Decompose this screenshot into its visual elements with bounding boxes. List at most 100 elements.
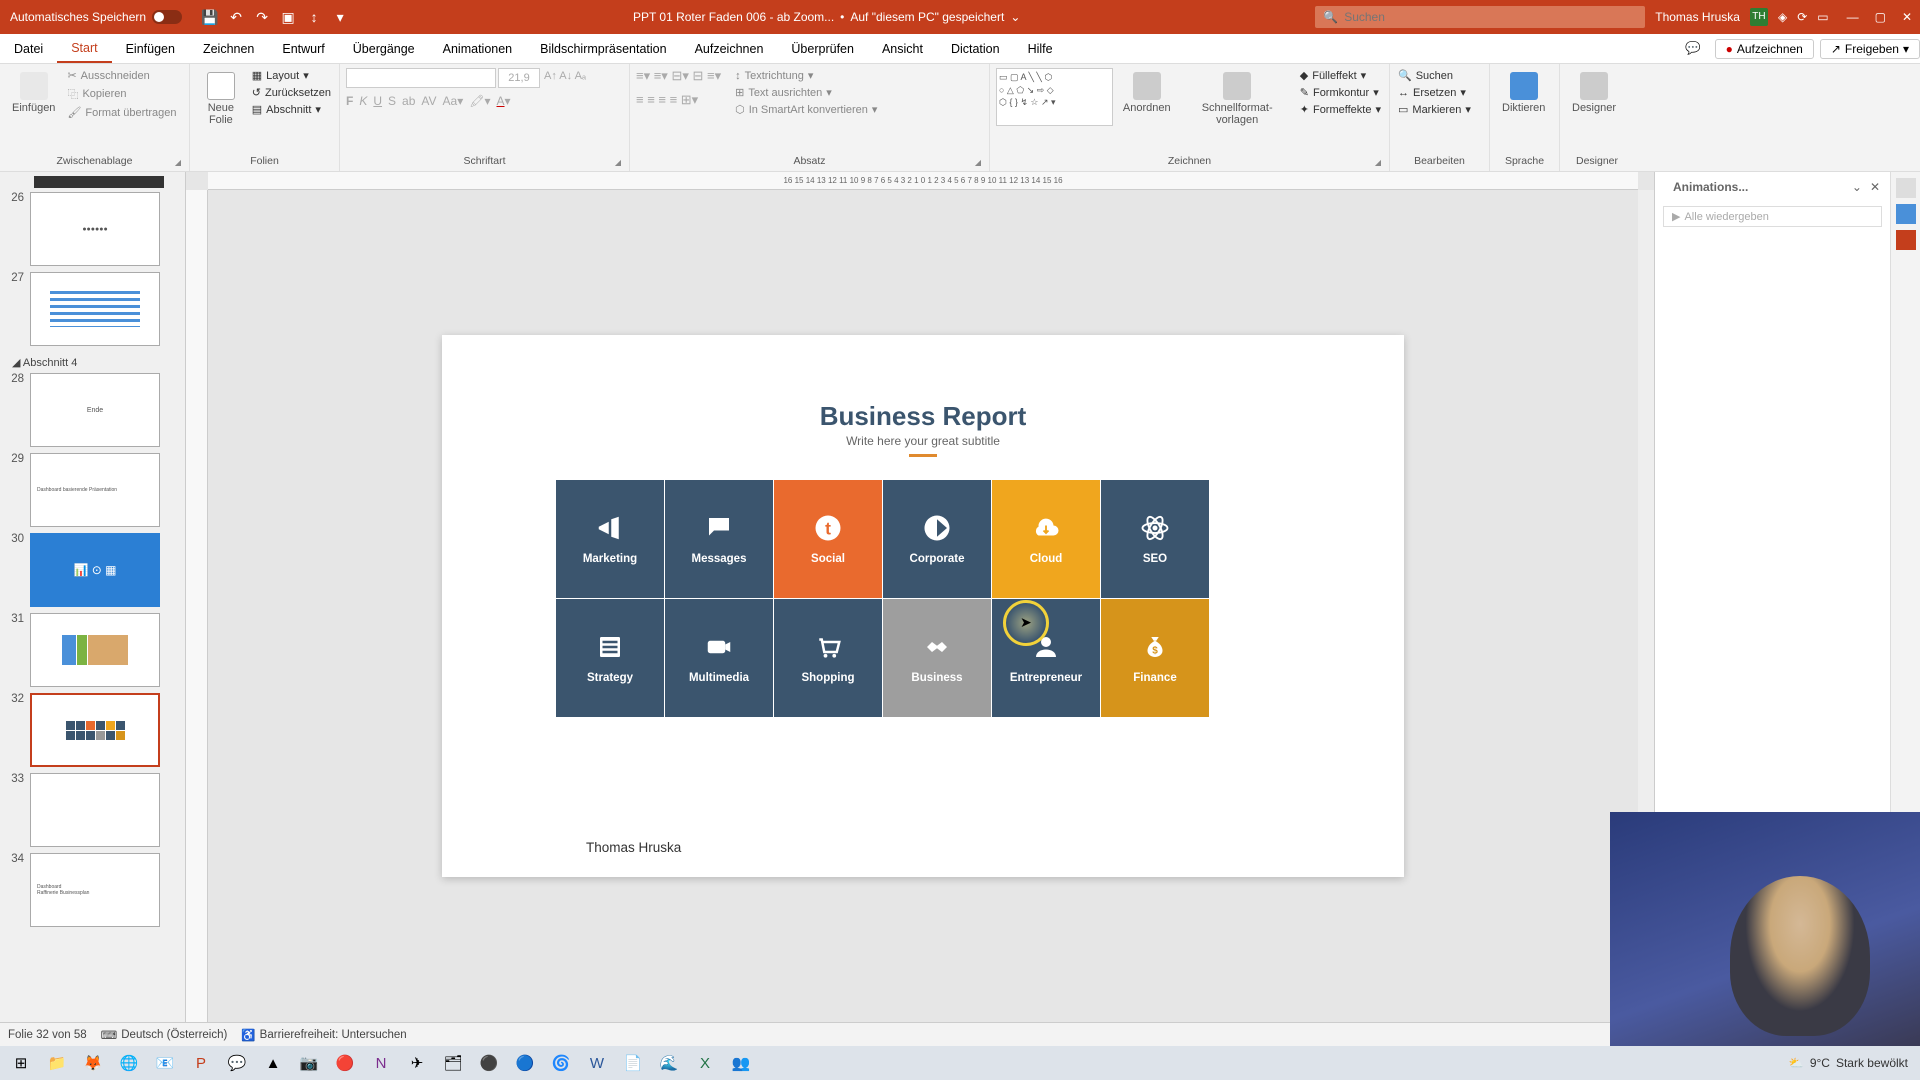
powerpoint-icon[interactable]: P xyxy=(184,1048,218,1078)
thumb-32[interactable]: 32 xyxy=(4,693,181,767)
side-btn-1[interactable] xyxy=(1896,178,1916,198)
status-slide-number[interactable]: Folie 32 von 58 xyxy=(8,1029,87,1041)
tile-messages[interactable]: Messages xyxy=(665,480,773,598)
side-btn-2[interactable] xyxy=(1896,204,1916,224)
thumb-33[interactable]: 33 xyxy=(4,773,181,847)
tile-seo[interactable]: SEO xyxy=(1101,480,1209,598)
tab-entwurf[interactable]: Entwurf xyxy=(268,34,338,63)
tile-shopping[interactable]: Shopping xyxy=(774,599,882,717)
app-icon-6[interactable]: 🌀 xyxy=(544,1048,578,1078)
status-accessibility[interactable]: ♿ Barrierefreiheit: Untersuchen xyxy=(241,1028,406,1042)
autosave[interactable]: Automatisches Speichern xyxy=(0,10,192,24)
shape-outline-button[interactable]: ✎ Formkontur ▾ xyxy=(1298,85,1383,100)
font-family-input[interactable] xyxy=(346,68,496,88)
undo-icon[interactable]: ↶ xyxy=(228,9,244,25)
app-icon-3[interactable]: 🔴 xyxy=(328,1048,362,1078)
thumb-31[interactable]: 31 xyxy=(4,613,181,687)
onenote-icon[interactable]: N xyxy=(364,1048,398,1078)
paste-button[interactable]: Einfügen xyxy=(6,68,61,118)
maximize-button[interactable]: ▢ xyxy=(1875,10,1886,24)
pane-close-icon[interactable]: ✕ xyxy=(1870,180,1880,194)
obs-icon[interactable]: ⚫ xyxy=(472,1048,506,1078)
firefox-icon[interactable]: 🦊 xyxy=(76,1048,110,1078)
thumb-26[interactable]: 26●●●●●● xyxy=(4,192,181,266)
tile-business[interactable]: Business xyxy=(883,599,991,717)
start-button[interactable]: ⊞ xyxy=(4,1048,38,1078)
case-button[interactable]: Aa▾ xyxy=(443,94,464,108)
thumb-29[interactable]: 29Dashboard basierende Präsentation xyxy=(4,453,181,527)
status-lang[interactable]: ⌨ Deutsch (Österreich) xyxy=(101,1028,228,1042)
dictate-button[interactable]: Diktieren xyxy=(1496,68,1551,118)
autosave-toggle[interactable] xyxy=(152,10,182,24)
app-icon-5[interactable]: 🔵 xyxy=(508,1048,542,1078)
tile-cloud[interactable]: Cloud xyxy=(992,480,1100,598)
edge-icon[interactable]: 🌊 xyxy=(652,1048,686,1078)
username[interactable]: Thomas Hruska xyxy=(1655,10,1740,24)
new-slide-button[interactable]: Neue Folie xyxy=(196,68,246,130)
thumb-30[interactable]: 30📊 ⊙ ▦ xyxy=(4,533,181,607)
save-icon[interactable]: 💾 xyxy=(202,9,218,25)
pane-collapse-icon[interactable]: ⌄ xyxy=(1852,180,1862,194)
qat-more-icon[interactable]: ▾ xyxy=(332,9,348,25)
tile-grid[interactable]: Marketing Messages tSocial Corporate Clo… xyxy=(556,480,1209,717)
teams-icon[interactable]: 👥 xyxy=(724,1048,758,1078)
tab-zeichnen[interactable]: Zeichnen xyxy=(189,34,268,63)
layout-button[interactable]: ▦ Layout ▾ xyxy=(250,68,333,83)
section-header[interactable]: ◢ Abschnitt 4 xyxy=(4,352,181,373)
search-input[interactable] xyxy=(1344,10,1637,24)
minimize-button[interactable]: — xyxy=(1847,10,1859,24)
tile-finance[interactable]: $Finance xyxy=(1101,599,1209,717)
app-icon-4[interactable]: 🗂 xyxy=(436,1048,470,1078)
tile-corporate[interactable]: Corporate xyxy=(883,480,991,598)
replace-button[interactable]: ↔ Ersetzen ▾ xyxy=(1396,85,1473,100)
tab-einfuegen[interactable]: Einfügen xyxy=(112,34,189,63)
slideshow-icon[interactable]: ▣ xyxy=(280,9,296,25)
window-icon[interactable]: ▭ xyxy=(1817,10,1828,24)
avatar[interactable]: TH xyxy=(1750,8,1768,26)
search-box[interactable]: 🔍 xyxy=(1315,6,1645,28)
chrome-icon[interactable]: 🌐 xyxy=(112,1048,146,1078)
tile-marketing[interactable]: Marketing xyxy=(556,480,664,598)
outlook-icon[interactable]: 📧 xyxy=(148,1048,182,1078)
shape-effects-button[interactable]: ✦ Formeffekte ▾ xyxy=(1298,102,1383,117)
slide-title[interactable]: Business Report xyxy=(442,401,1404,432)
vlc-icon[interactable]: ▲ xyxy=(256,1048,290,1078)
app-icon-1[interactable]: 💬 xyxy=(220,1048,254,1078)
arrange-button[interactable]: Anordnen xyxy=(1117,68,1177,118)
tab-animationen[interactable]: Animationen xyxy=(429,34,527,63)
tile-strategy[interactable]: Strategy xyxy=(556,599,664,717)
side-btn-3[interactable] xyxy=(1896,230,1916,250)
tab-ueberpruefen[interactable]: Überprüfen xyxy=(777,34,868,63)
excel-icon[interactable]: X xyxy=(688,1048,722,1078)
tab-dictation[interactable]: Dictation xyxy=(937,34,1014,63)
italic-button[interactable]: K xyxy=(359,94,367,108)
share-button[interactable]: ↗Freigeben▾ xyxy=(1820,39,1920,59)
tab-start[interactable]: Start xyxy=(57,34,111,63)
touch-icon[interactable]: ↕ xyxy=(306,9,322,25)
thumbnail-panel[interactable]: 26●●●●●● 27 ◢ Abschnitt 4 28Ende 29Dashb… xyxy=(0,172,186,1022)
find-button[interactable]: 🔍 Suchen xyxy=(1396,68,1473,83)
select-button[interactable]: ▭ Markieren ▾ xyxy=(1396,102,1473,117)
spacing-button[interactable]: AV xyxy=(421,94,436,108)
redo-icon[interactable]: ↷ xyxy=(254,9,270,25)
tab-ansicht[interactable]: Ansicht xyxy=(868,34,937,63)
diamond-icon[interactable]: ◈ xyxy=(1778,10,1787,24)
thumb-34[interactable]: 34Dashboard Raffinerie Businessplan xyxy=(4,853,181,927)
comments-icon[interactable]: 💬 xyxy=(1677,41,1709,56)
strike-button[interactable]: S xyxy=(388,94,396,108)
tab-hilfe[interactable]: Hilfe xyxy=(1014,34,1067,63)
slide-subtitle[interactable]: Write here your great subtitle xyxy=(442,434,1404,448)
bold-button[interactable]: F xyxy=(346,94,353,108)
tab-uebergaenge[interactable]: Übergänge xyxy=(339,34,429,63)
highlight-button[interactable]: 🖍▾ xyxy=(469,94,490,108)
close-button[interactable]: ✕ xyxy=(1902,10,1912,24)
shape-fill-button[interactable]: ◆ Fülleffekt ▾ xyxy=(1298,68,1383,83)
telegram-icon[interactable]: ✈ xyxy=(400,1048,434,1078)
tab-bildschirm[interactable]: Bildschirmpräsentation xyxy=(526,34,680,63)
quick-styles-button[interactable]: Schnellformat-vorlagen xyxy=(1181,68,1294,130)
shapes-gallery[interactable]: ▭ ▢ A ╲ ╲ ⬡○ △ ⬠ ↘ ⇨ ◇⬡ { } ↯ ☆ ↗ ▾ xyxy=(996,68,1113,126)
tile-social[interactable]: tSocial xyxy=(774,480,882,598)
designer-button[interactable]: Designer xyxy=(1566,68,1622,118)
tab-datei[interactable]: Datei xyxy=(0,34,57,63)
slide-canvas[interactable]: Business Report Write here your great su… xyxy=(442,335,1404,877)
